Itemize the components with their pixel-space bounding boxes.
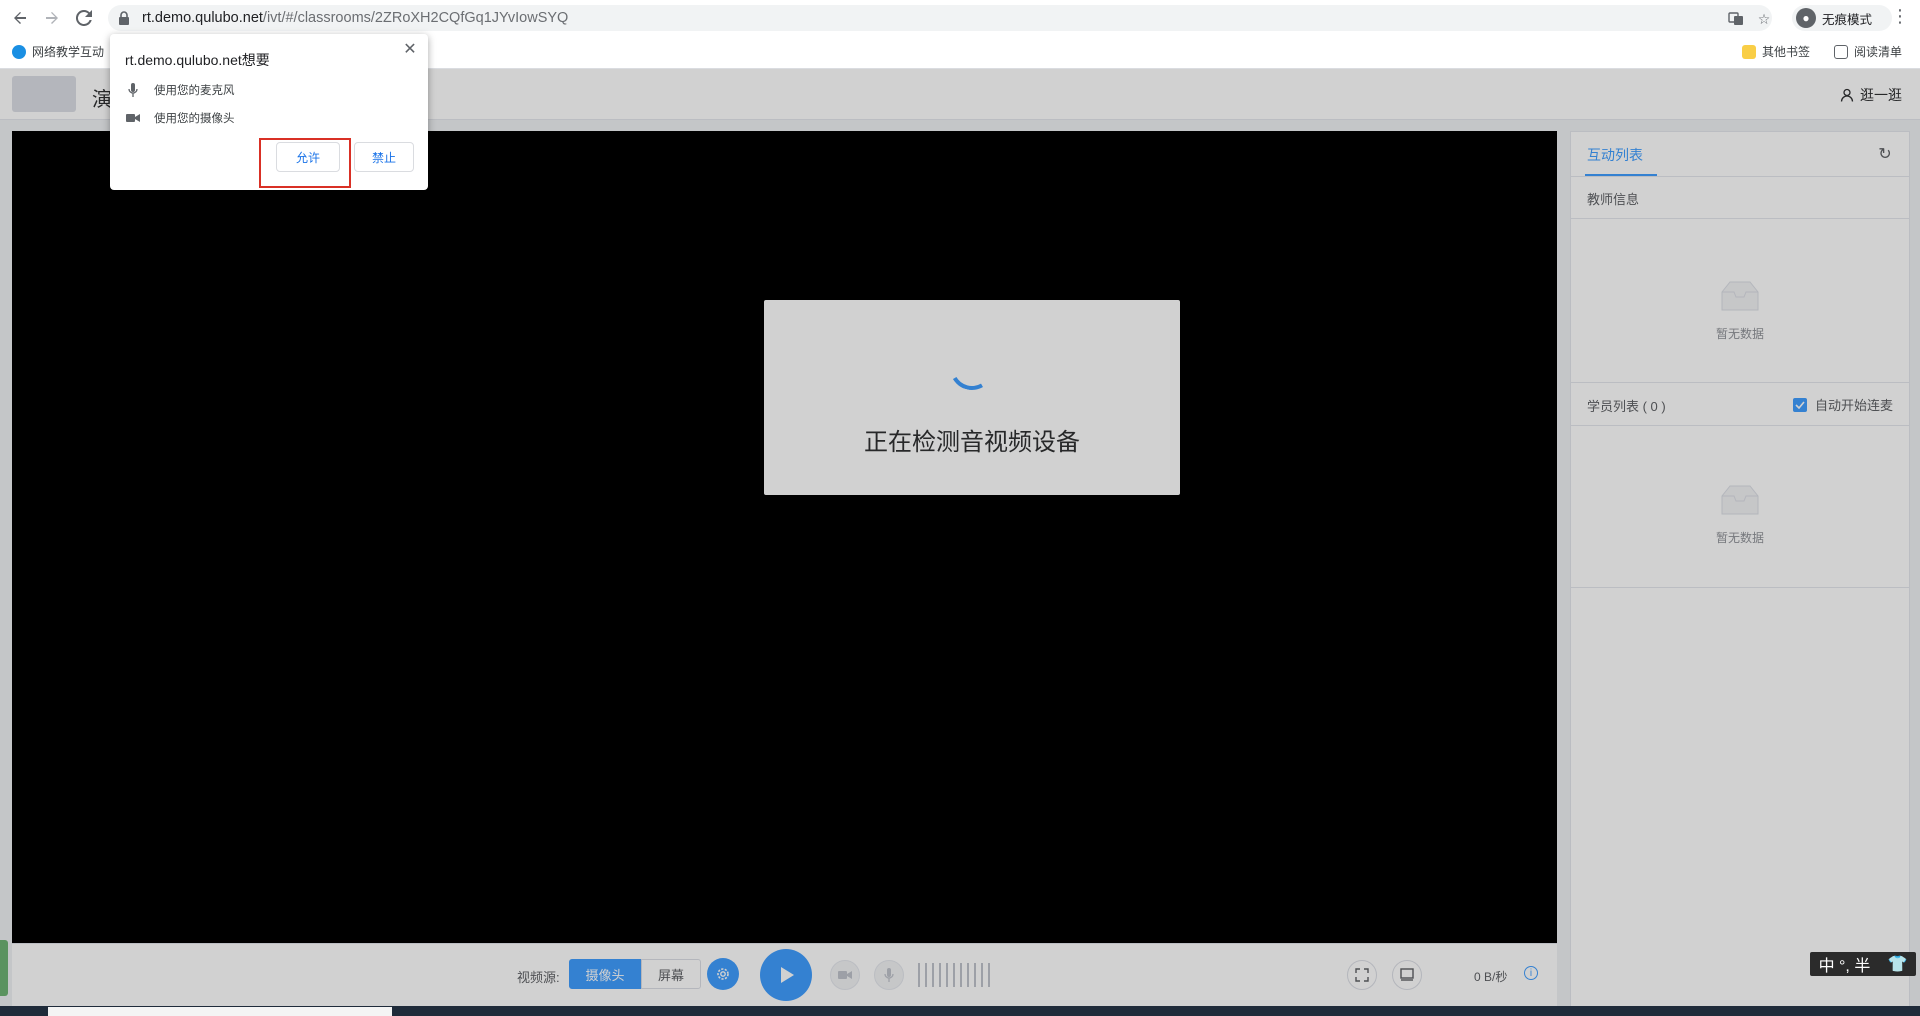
address-bar[interactable]: rt.demo.qulubo.net/ivt/#/classrooms/2ZRo…	[108, 5, 1772, 31]
taskbar-window[interactable]	[48, 1007, 392, 1016]
other-bookmarks[interactable]: 其他书签	[1742, 43, 1810, 60]
reload-icon[interactable]	[72, 6, 96, 30]
camera-permission-label: 使用您的摄像头	[154, 113, 235, 125]
reading-list[interactable]: 阅读清单	[1834, 43, 1902, 60]
bookmark-label: 网络教学互动	[32, 45, 105, 59]
incognito-badge[interactable]: ● 无痕模式	[1792, 5, 1892, 31]
cloud-icon	[12, 44, 26, 59]
ime-toolbar[interactable]: 中 °, 半 👕	[1810, 952, 1916, 976]
forward-icon[interactable]	[40, 6, 64, 30]
incognito-icon: ●	[1796, 8, 1816, 28]
permission-mic-row: 使用您的麦克风	[126, 82, 235, 98]
browser-toolbar: rt.demo.qulubo.net/ivt/#/classrooms/2ZRo…	[0, 0, 1920, 36]
star-icon[interactable]: ☆	[1754, 11, 1774, 29]
bookmark-item[interactable]: 网络教学互动	[12, 43, 104, 60]
video-camera-icon	[126, 111, 140, 125]
close-icon[interactable]: ✕	[400, 40, 420, 60]
reading-list-label: 阅读清单	[1854, 45, 1903, 59]
menu-icon[interactable]: ⋮	[1890, 6, 1910, 30]
microphone-icon	[126, 83, 140, 97]
mic-permission-label: 使用您的麦克风	[154, 85, 235, 97]
reading-list-icon	[1834, 44, 1848, 59]
incognito-label: 无痕模式	[1822, 12, 1873, 27]
block-button[interactable]: 禁止	[354, 142, 414, 172]
side-indicator	[0, 940, 8, 996]
shirt-icon: 👕	[1887, 956, 1908, 973]
back-icon[interactable]	[8, 6, 32, 30]
permission-camera-row: 使用您的摄像头	[126, 110, 235, 126]
translate-icon[interactable]	[1726, 11, 1746, 29]
allow-highlight-box	[259, 138, 351, 188]
ime-label: 中 °, 半	[1818, 958, 1871, 975]
url-path: /ivt/#/classrooms/2ZRoXH2CQfGq1JYvIowSYQ	[262, 10, 569, 26]
page-dim-overlay	[0, 69, 1920, 1016]
permission-title: rt.demo.qulubo.net想要	[125, 52, 270, 68]
url-host: rt.demo.qulubo.net	[142, 10, 263, 26]
other-bookmarks-label: 其他书签	[1762, 45, 1811, 59]
folder-icon	[1742, 44, 1756, 59]
lock-icon	[116, 10, 132, 26]
url-text: rt.demo.qulubo.net/ivt/#/classrooms/2ZRo…	[142, 9, 568, 27]
